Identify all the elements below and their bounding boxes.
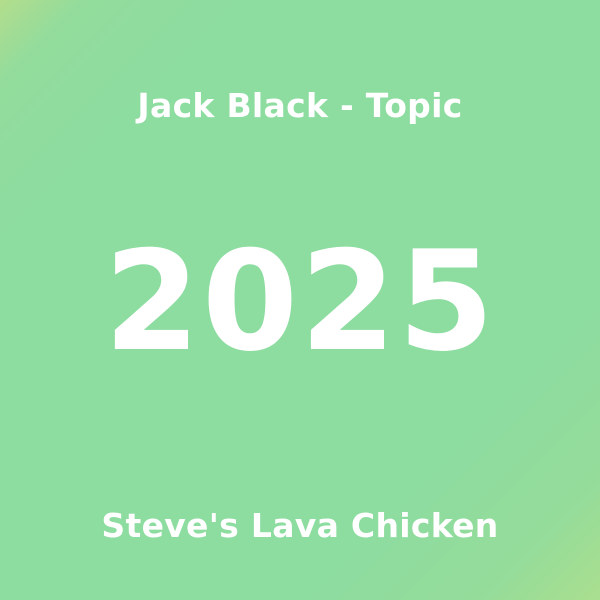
track-title: Steve's Lava Chicken: [101, 506, 499, 545]
artist-label: Jack Black - Topic: [137, 86, 463, 125]
album-cover: Jack Black - Topic 2025 Steve's Lava Chi…: [0, 0, 600, 600]
release-year: 2025: [103, 221, 497, 382]
